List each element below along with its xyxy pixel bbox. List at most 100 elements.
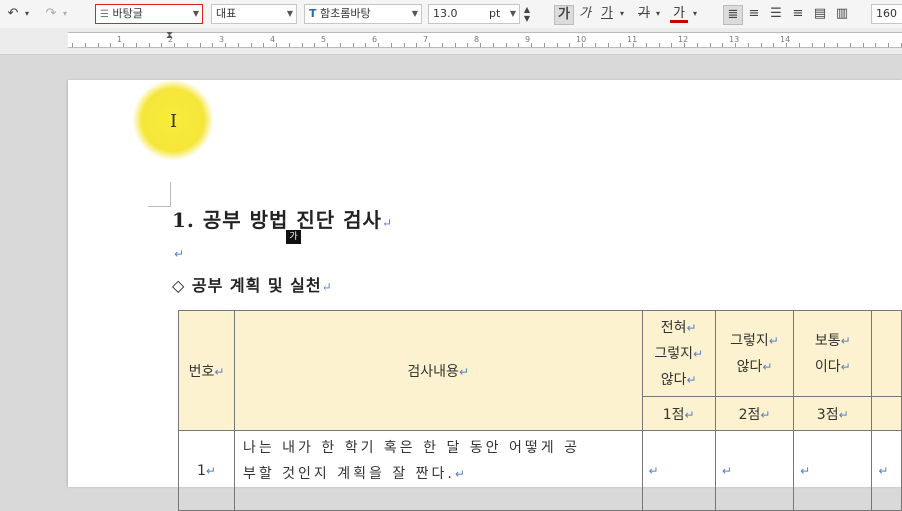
score-cell[interactable]: 1점↵: [641, 396, 716, 431]
ruler-tick: [824, 43, 826, 47]
header-choice-cell-clipped[interactable]: [871, 310, 902, 397]
bold-button[interactable]: 가: [554, 5, 574, 25]
ruler-tick: [97, 43, 99, 47]
survey-table[interactable]: 번호↵ 검사내용↵ 전혀↵ 그렇지↵ 않다↵ 그렇지↵ 않다↵ 보통↵ 이다↵ …: [178, 310, 902, 511]
text-option-value: 대표: [216, 7, 237, 20]
choice-label-line: 그렇지: [730, 332, 769, 349]
ruler-tick: [696, 43, 698, 47]
choice-label-line: 그렇지: [654, 345, 693, 362]
ruler-tick: [365, 43, 367, 47]
row-no: 1: [196, 462, 206, 479]
ruler-tick: [314, 43, 316, 47]
score-cell-clipped[interactable]: [871, 396, 902, 431]
heading-title[interactable]: 1. 공부 방법 진단 검사↵: [172, 204, 393, 233]
line-spacing-field[interactable]: 160: [871, 4, 902, 24]
score-label: 3점: [816, 406, 839, 423]
char-shape-tag: 가: [286, 230, 301, 244]
ruler-tick: [773, 43, 775, 47]
paragraph-mark-icon: ↵: [458, 364, 470, 379]
redo-dropdown-icon[interactable]: ▾: [60, 5, 70, 23]
paragraph-mark-icon: ↵: [692, 346, 704, 361]
paragraph-mark-icon: ↵: [214, 364, 225, 379]
italic-button[interactable]: 가: [576, 5, 594, 23]
ruler-tick: [607, 43, 609, 47]
font-size-stepper-icon[interactable]: ▲ ▼: [521, 5, 533, 23]
align-left-icon[interactable]: ≡: [745, 5, 763, 23]
align-split-icon[interactable]: ▥: [833, 5, 851, 23]
ruler-tick: [888, 43, 889, 47]
ruler-tick: [658, 43, 660, 47]
ruler-tick: [760, 43, 762, 47]
ruler-tick: [161, 43, 163, 47]
ruler-tick: [582, 43, 583, 47]
redo-icon[interactable]: ↷: [42, 5, 60, 23]
underline-button[interactable]: 가: [598, 5, 616, 23]
row-content-line: 부할 것인지 계획을 잘 짠다.: [242, 466, 455, 482]
ruler-tick: [250, 43, 252, 47]
toolbar: ↶ ▾ ↷ ▾ ☰ 바탕글 ▼ 대표 ▼ T 함초롬바탕 ▼ 13.0 pt ▼…: [0, 0, 902, 29]
ruler-tick: [556, 43, 558, 47]
header-no-cell[interactable]: 번호↵: [178, 310, 235, 431]
ruler-tick: [875, 43, 877, 47]
ruler-tick: [518, 43, 520, 47]
table-row[interactable]: 1↵ 나는 내가 한 학기 혹은 한 달 동안 어떻게 공 부할 것인지 계획을…: [178, 430, 902, 511]
font-size-unit: pt: [489, 7, 501, 20]
ruler-tick: [709, 43, 711, 47]
font-select[interactable]: T 함초롬바탕 ▼: [304, 4, 422, 24]
answer-cell[interactable]: ↵: [871, 430, 902, 511]
ruler-tick: [378, 43, 379, 47]
answer-cell[interactable]: ↵: [793, 430, 873, 511]
ruler-tick: [645, 43, 647, 47]
header-choice-cell[interactable]: 전혀↵ 그렇지↵ 않다↵: [641, 310, 716, 397]
align-justify-icon[interactable]: ≣: [723, 5, 743, 25]
underline-dropdown-icon[interactable]: ▾: [617, 5, 627, 23]
paragraph-mark-icon: ↵: [840, 359, 851, 374]
ruler-tick: [722, 43, 724, 47]
ruler-scale[interactable]: 1 2 3 4 5 6 7 8 9 10 11 12 13 14: [68, 32, 902, 48]
ruler-tick: [416, 43, 418, 47]
row-content-cell[interactable]: 나는 내가 한 학기 혹은 한 달 동안 어떻게 공 부할 것인지 계획을 잘 …: [233, 430, 643, 511]
ruler-tick: [454, 43, 456, 47]
ruler: 1 2 3 4 5 6 7 8 9 10 11 12 13 14 ⧗: [0, 28, 902, 55]
ruler-tick: [467, 43, 469, 47]
font-color-button[interactable]: 가: [670, 5, 688, 23]
ruler-tick: [620, 43, 622, 47]
align-distribute-icon[interactable]: ▤: [811, 5, 829, 23]
header-choice-cell[interactable]: 그렇지↵ 않다↵: [714, 310, 795, 397]
choice-label-line: 전혀: [660, 319, 687, 336]
ruler-tick: [72, 43, 73, 47]
align-right-icon[interactable]: ≡: [789, 5, 807, 23]
choice-label-line: 않다: [660, 371, 687, 388]
score-cell[interactable]: 3점↵: [793, 396, 873, 431]
ruler-number: 5: [321, 35, 327, 44]
paragraph-mark-icon: ↵: [381, 216, 393, 230]
ruler-number: 6: [372, 35, 378, 44]
ruler-tick: [569, 43, 571, 47]
undo-icon[interactable]: ↶: [4, 5, 22, 23]
header-no-label: 번호: [188, 363, 215, 380]
style-icon: ☰: [100, 9, 109, 20]
paragraph-mark-icon: ↵: [760, 407, 771, 422]
font-color-dropdown-icon[interactable]: ▾: [690, 5, 700, 23]
strikethrough-button[interactable]: 가: [635, 5, 653, 23]
header-choice-cell[interactable]: 보통↵ 이다↵: [793, 310, 873, 397]
ruler-number: 7: [423, 35, 429, 44]
ruler-tick: [288, 43, 290, 47]
ruler-tick: [148, 43, 150, 47]
strike-dropdown-icon[interactable]: ▾: [653, 5, 663, 23]
empty-paragraph-mark[interactable]: ↵: [174, 247, 184, 261]
text-option-select[interactable]: 대표 ▼: [211, 4, 297, 24]
indent-marker-icon[interactable]: ⧗: [166, 30, 173, 41]
style-select[interactable]: ☰ 바탕글 ▼: [95, 4, 203, 24]
align-center-icon[interactable]: ☰: [767, 5, 785, 23]
subheading[interactable]: ◇ 공부 계획 및 실천↵: [172, 272, 333, 296]
score-cell[interactable]: 2점↵: [714, 396, 795, 431]
row-no-cell[interactable]: 1↵: [178, 430, 235, 511]
font-size-field[interactable]: 13.0 pt ▼: [428, 4, 520, 24]
ruler-tick: [390, 43, 392, 47]
undo-dropdown-icon[interactable]: ▾: [22, 5, 32, 23]
answer-cell[interactable]: ↵: [714, 430, 795, 511]
ruler-tick: [480, 43, 481, 47]
header-content-cell[interactable]: 검사내용↵: [233, 310, 643, 431]
answer-cell[interactable]: ↵: [641, 430, 716, 511]
